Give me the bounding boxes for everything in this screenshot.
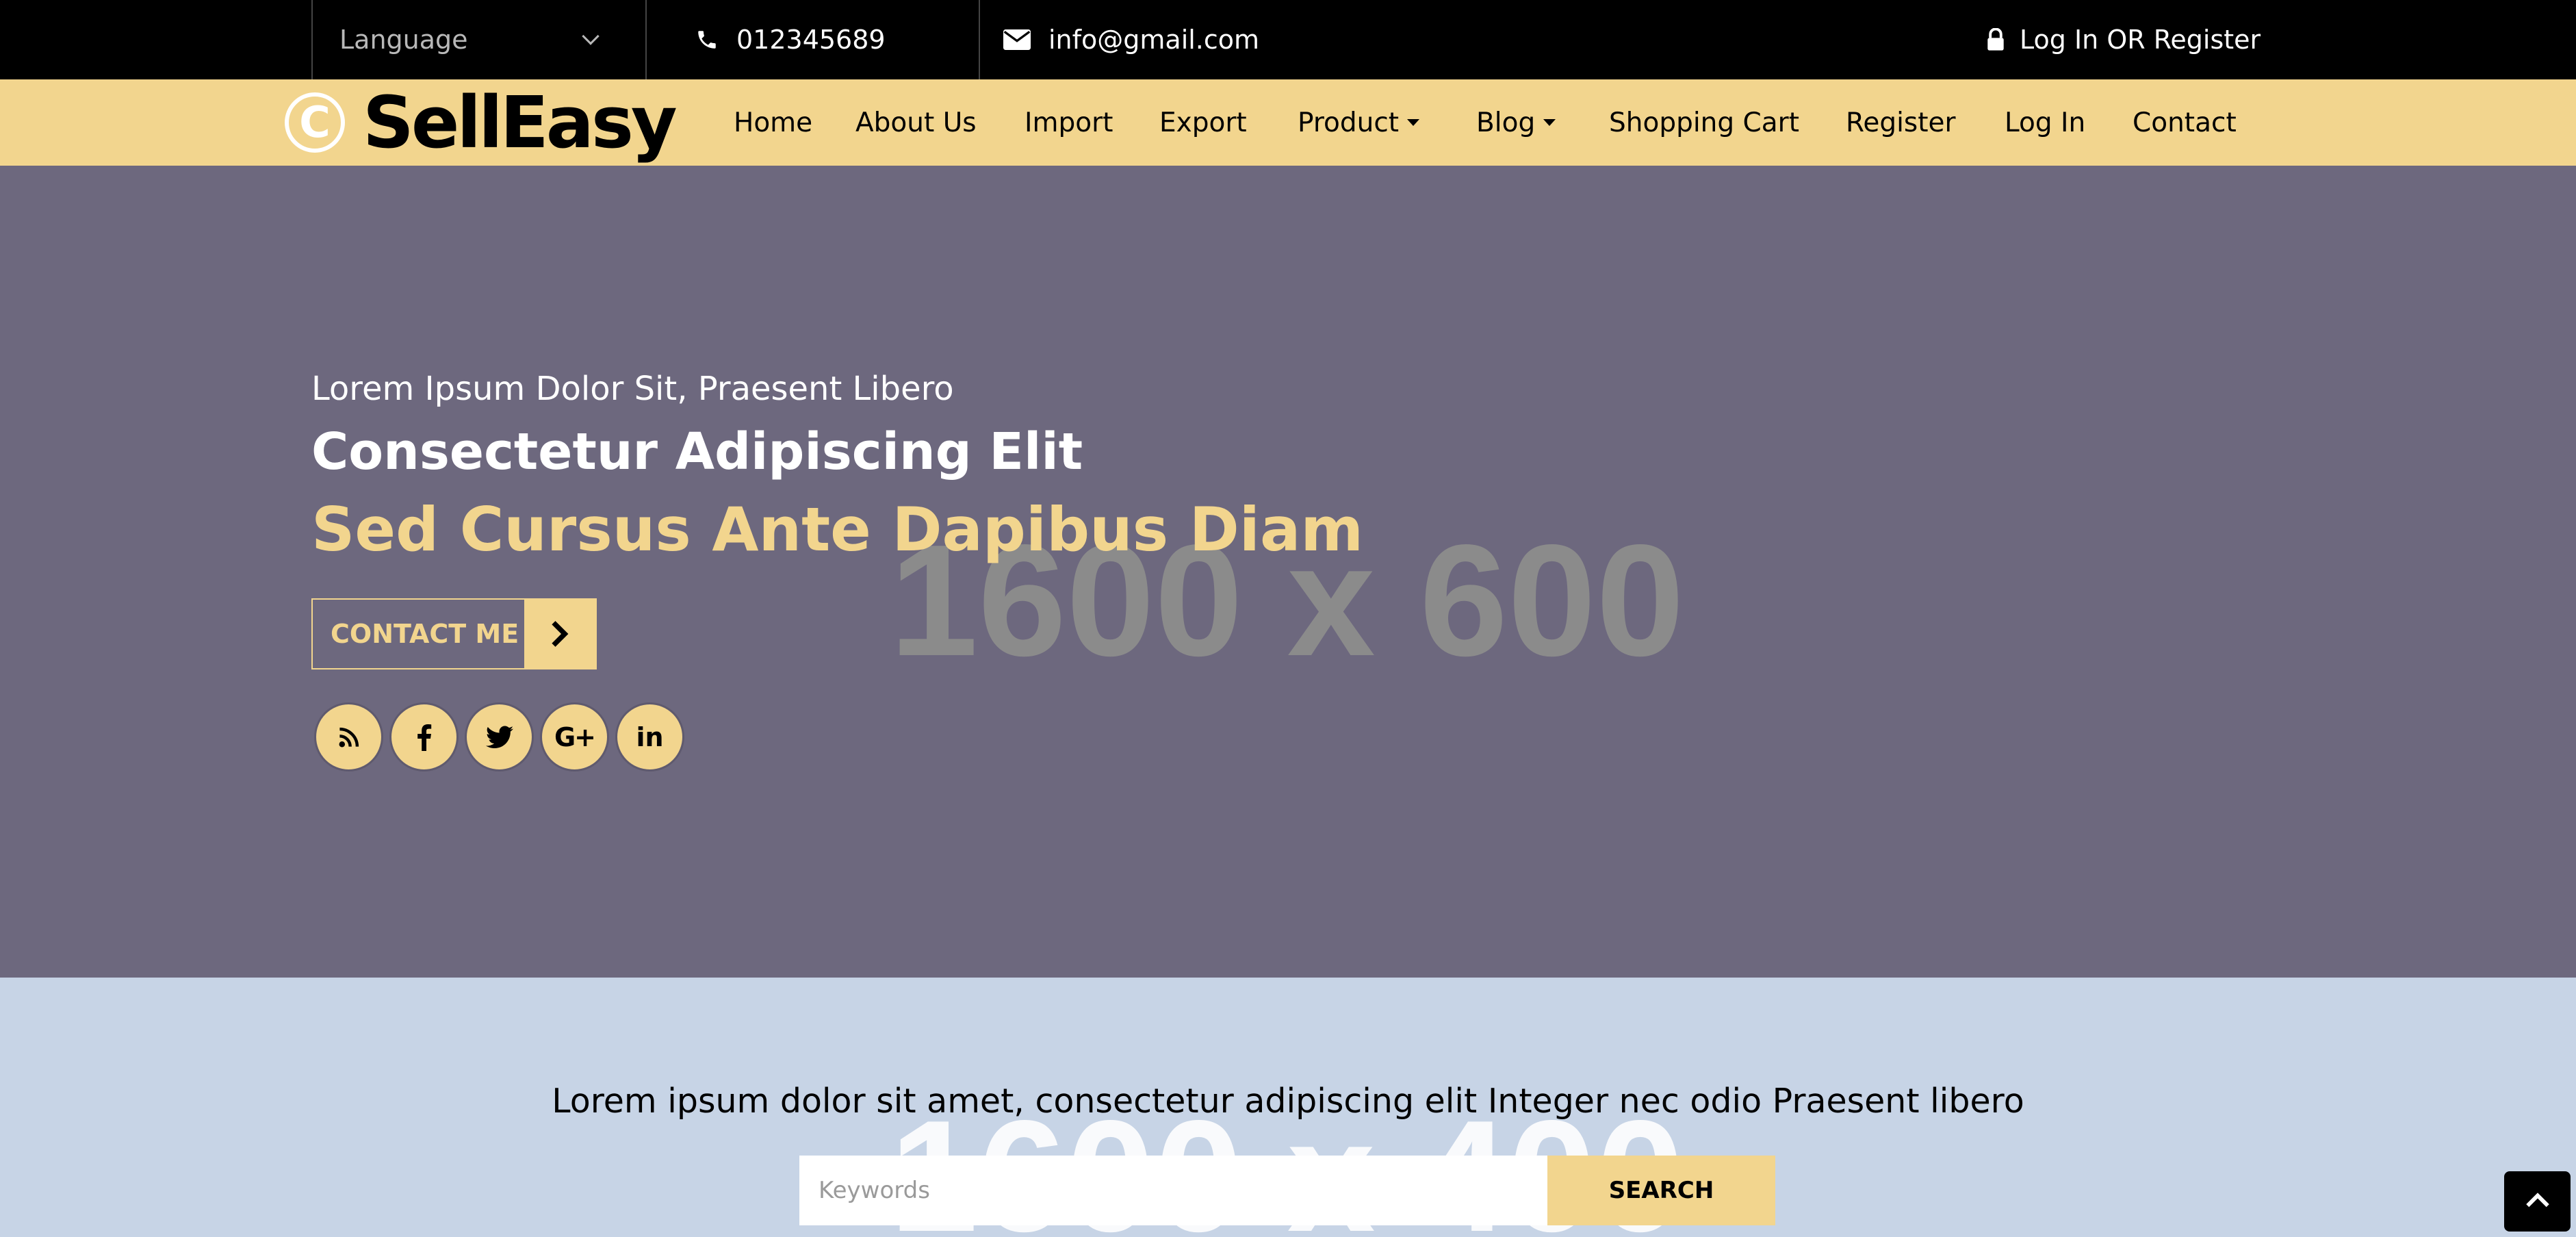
phone-contact[interactable]: 012345689	[695, 0, 886, 79]
nav-blog-label: Blog	[1476, 107, 1536, 138]
hero-accent-title: Sed Cursus Ante Dapibus Diam	[311, 494, 1364, 565]
caret-down-icon	[1543, 119, 1556, 126]
contact-me-label: CONTACT ME	[331, 619, 519, 649]
brand-name: SellEasy	[363, 81, 678, 164]
hero-banner: 1600 x 600 Lorem Ipsum Dolor Sit, Praese…	[0, 166, 2576, 978]
contact-me-button[interactable]: CONTACT ME	[311, 598, 597, 669]
facebook-icon[interactable]	[389, 702, 459, 771]
nav-home[interactable]: Home	[734, 79, 812, 166]
lock-icon	[1987, 28, 2005, 51]
envelope-icon	[1003, 29, 1031, 51]
email-contact[interactable]: info@gmail.com	[1003, 0, 1259, 79]
nav-product-label: Product	[1298, 107, 1400, 138]
search-heading: Lorem ipsum dolor sit amet, consectetur …	[552, 1082, 2024, 1121]
google-plus-icon[interactable]: G+	[540, 702, 609, 771]
back-to-top-button[interactable]	[2504, 1171, 2571, 1232]
rss-icon[interactable]	[314, 702, 383, 771]
main-navbar: C SellEasy Home About Us Import Export P…	[0, 79, 2576, 166]
chevron-down-icon	[582, 27, 600, 45]
brand-logo[interactable]: C SellEasy	[285, 81, 678, 164]
linkedin-icon[interactable]: in	[615, 702, 684, 771]
login-register-label: Log In OR Register	[2020, 25, 2261, 55]
caret-down-icon	[1407, 119, 1420, 126]
social-links: G+ in	[314, 702, 691, 771]
keywords-search-input[interactable]	[799, 1156, 1547, 1225]
search-section: 1600 x 400 Lorem ipsum dolor sit amet, c…	[0, 978, 2576, 1237]
language-label: Language	[339, 25, 468, 55]
nav-blog-dropdown[interactable]: Blog	[1476, 79, 1556, 166]
nav-register[interactable]: Register	[1846, 79, 1956, 166]
top-bar: Language 012345689 info@gmail.com Log In…	[0, 0, 2576, 79]
nav-export[interactable]: Export	[1159, 79, 1247, 166]
phone-icon	[695, 28, 719, 51]
nav-contact[interactable]: Contact	[2133, 79, 2237, 166]
chevron-right-icon	[524, 600, 595, 668]
nav-import[interactable]: Import	[1025, 79, 1113, 166]
email-address: info@gmail.com	[1048, 25, 1260, 55]
hero-title: Consectetur Adipiscing Elit	[311, 422, 1083, 481]
nav-log-in[interactable]: Log In	[2005, 79, 2085, 166]
nav-shopping-cart[interactable]: Shopping Cart	[1609, 79, 1799, 166]
login-register-link[interactable]: Log In OR Register	[1987, 0, 2261, 79]
phone-number: 012345689	[736, 25, 886, 55]
language-select[interactable]: Language	[312, 0, 645, 79]
divider	[979, 0, 980, 79]
divider	[645, 0, 647, 79]
search-button[interactable]: SEARCH	[1547, 1156, 1775, 1225]
copyright-logo-icon: C	[285, 92, 345, 153]
nav-product-dropdown[interactable]: Product	[1298, 79, 1420, 166]
hero-subtitle: Lorem Ipsum Dolor Sit, Praesent Libero	[311, 370, 954, 408]
twitter-icon[interactable]	[465, 702, 534, 771]
chevron-up-icon	[2525, 1192, 2550, 1211]
nav-about-us[interactable]: About Us	[855, 79, 977, 166]
